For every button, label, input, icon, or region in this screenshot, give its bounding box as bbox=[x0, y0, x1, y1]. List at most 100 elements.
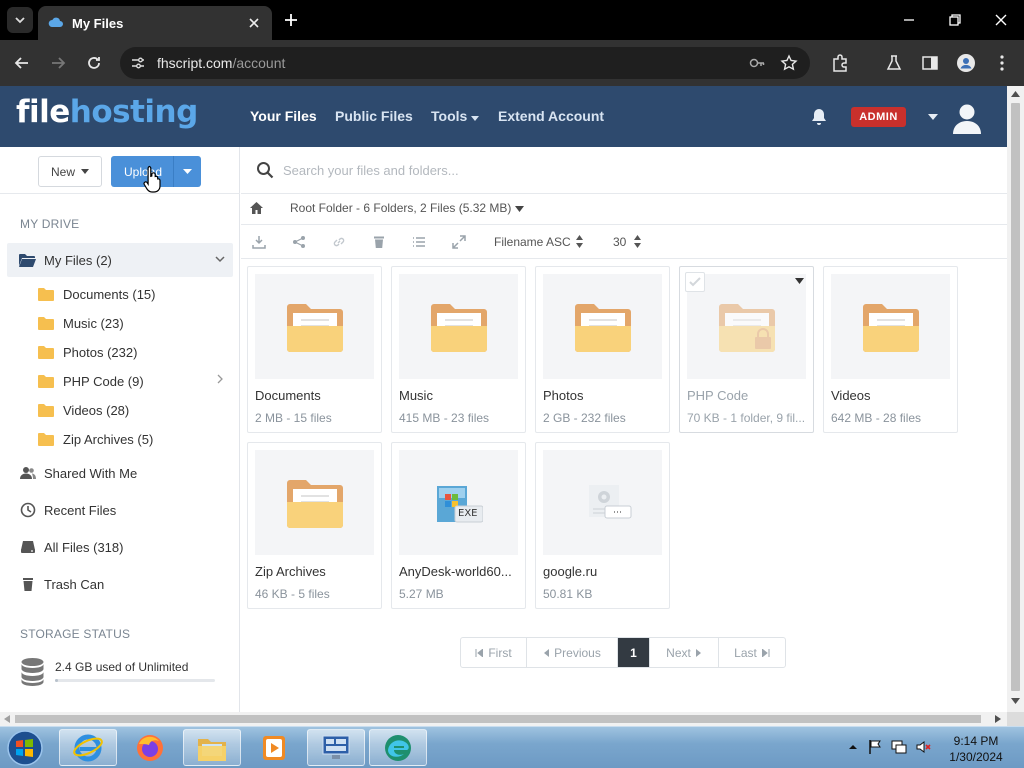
chevron-right-icon[interactable] bbox=[216, 374, 224, 384]
file-card-anydesk-exe[interactable]: EXE AnyDesk-world60... 5.27 MB bbox=[391, 442, 526, 609]
side-panel-icon[interactable] bbox=[920, 53, 940, 73]
sidebar-folder-documents[interactable]: Documents (15) bbox=[38, 284, 155, 304]
pagination-next[interactable]: Next bbox=[650, 638, 719, 667]
scroll-up-arrow-icon[interactable] bbox=[1011, 91, 1020, 97]
labs-flask-icon[interactable] bbox=[884, 53, 904, 73]
trash-can-label: Trash Can bbox=[44, 576, 105, 592]
taskbar-firefox[interactable] bbox=[121, 729, 179, 766]
scroll-down-arrow-icon[interactable] bbox=[1011, 698, 1020, 704]
site-info-icon[interactable] bbox=[130, 55, 146, 71]
nav-your-files[interactable]: Your Files bbox=[250, 108, 317, 124]
taskbar-file-explorer[interactable] bbox=[183, 729, 241, 766]
share-icon[interactable] bbox=[292, 235, 306, 249]
user-avatar-icon[interactable] bbox=[950, 101, 984, 135]
browser-menu-icon[interactable] bbox=[992, 53, 1012, 73]
filehosting-logo[interactable]: filehosting bbox=[16, 94, 198, 130]
sidebar-item-shared-with-me[interactable]: Shared With Me bbox=[20, 463, 137, 483]
pagination-previous[interactable]: Previous bbox=[527, 638, 618, 667]
horizontal-scrollbar[interactable] bbox=[0, 712, 1007, 726]
restore-icon[interactable] bbox=[946, 11, 964, 29]
sidebar-folder-videos[interactable]: Videos (28) bbox=[38, 400, 129, 420]
file-card-php-code[interactable]: PHP Code 70 KB - 1 folder, 9 fil... bbox=[679, 266, 814, 433]
nav-tools[interactable]: Tools bbox=[431, 108, 480, 124]
pagination-first[interactable]: First bbox=[461, 638, 527, 667]
download-icon[interactable] bbox=[252, 235, 266, 249]
vertical-scrollbar[interactable] bbox=[1007, 86, 1024, 712]
volume-muted-icon[interactable] bbox=[915, 739, 931, 755]
sidebar-item-all-files[interactable]: All Files (318) bbox=[20, 537, 123, 557]
file-card-google-ru[interactable]: google.ru 50.81 KB bbox=[535, 442, 670, 609]
new-tab-icon[interactable] bbox=[282, 11, 300, 29]
horizontal-scroll-thumb[interactable] bbox=[15, 715, 981, 723]
breadcrumb-caret-icon[interactable] bbox=[515, 206, 524, 212]
password-key-icon[interactable] bbox=[748, 54, 766, 72]
forward-arrow-icon[interactable] bbox=[48, 53, 68, 73]
pagination-last[interactable]: Last bbox=[719, 638, 785, 667]
nav-public-files[interactable]: Public Files bbox=[335, 108, 413, 124]
sidebar-item-recent-files[interactable]: Recent Files bbox=[20, 500, 116, 520]
browser-tab-my-files[interactable]: My Files bbox=[38, 6, 272, 40]
back-arrow-icon[interactable] bbox=[12, 53, 32, 73]
delete-icon[interactable] bbox=[372, 235, 386, 249]
sidebar-folder-zip-archives[interactable]: Zip Archives (5) bbox=[38, 429, 153, 449]
sort-arrows-icon[interactable] bbox=[576, 235, 583, 248]
minimize-icon[interactable] bbox=[900, 11, 918, 29]
link-icon[interactable] bbox=[332, 235, 346, 249]
sidebar-folder-photos[interactable]: Photos (232) bbox=[38, 342, 137, 362]
pagination-page-current[interactable]: 1 bbox=[618, 638, 650, 667]
close-window-icon[interactable] bbox=[992, 11, 1010, 29]
last-page-icon bbox=[761, 648, 770, 657]
fullscreen-icon[interactable] bbox=[452, 235, 466, 249]
action-center-flag-icon[interactable] bbox=[867, 739, 883, 755]
sidebar-folder-music[interactable]: Music (23) bbox=[38, 313, 124, 333]
home-icon[interactable] bbox=[249, 201, 264, 215]
nav-extend-account[interactable]: Extend Account bbox=[498, 108, 604, 124]
taskbar-remote-desktop[interactable] bbox=[307, 729, 365, 766]
sort-order-select[interactable]: Filename ASC bbox=[494, 235, 571, 249]
new-button[interactable]: New bbox=[38, 156, 102, 187]
breadcrumb-root-folder[interactable]: Root Folder - 6 Folders, 2 Files (5.32 M… bbox=[290, 201, 511, 215]
select-checkbox[interactable] bbox=[685, 272, 705, 292]
storage-progress-bar bbox=[55, 679, 215, 682]
file-card-zip-archives[interactable]: Zip Archives 46 KB - 5 files bbox=[247, 442, 382, 609]
taskbar-edge[interactable] bbox=[369, 729, 427, 766]
address-bar[interactable]: fhscript.com/account bbox=[120, 47, 810, 79]
file-card-photos[interactable]: Photos 2 GB - 232 files bbox=[535, 266, 670, 433]
bell-icon[interactable] bbox=[809, 107, 829, 127]
search-input[interactable] bbox=[283, 159, 883, 181]
storage-status-heading: STORAGE STATUS bbox=[20, 627, 131, 641]
scroll-left-arrow-icon[interactable] bbox=[4, 715, 10, 723]
file-card-music[interactable]: Music 415 MB - 23 files bbox=[391, 266, 526, 433]
card-menu-caret-icon[interactable] bbox=[795, 278, 804, 284]
exe-file-icon bbox=[437, 486, 483, 523]
sidebar-item-trash-can[interactable]: Trash Can bbox=[20, 574, 104, 594]
extensions-icon[interactable] bbox=[830, 53, 850, 73]
folder-label: Videos (28) bbox=[63, 402, 130, 418]
upload-options-caret-icon[interactable] bbox=[183, 168, 192, 175]
file-card-videos[interactable]: Videos 642 MB - 28 files bbox=[823, 266, 958, 433]
account-caret-icon[interactable] bbox=[928, 113, 938, 121]
per-page-arrows-icon[interactable] bbox=[634, 235, 641, 248]
admin-badge[interactable]: ADMIN bbox=[851, 107, 906, 127]
bookmark-star-icon[interactable] bbox=[780, 54, 798, 72]
file-card-documents[interactable]: Documents 2 MB - 15 files bbox=[247, 266, 382, 433]
close-tab-icon[interactable] bbox=[246, 15, 262, 31]
thumbnail bbox=[831, 274, 950, 379]
taskbar-internet-explorer[interactable] bbox=[59, 729, 117, 766]
list-view-icon[interactable] bbox=[412, 235, 426, 249]
sidebar-item-my-files[interactable]: My Files (2) bbox=[7, 243, 233, 277]
sidebar-folder-php-code[interactable]: PHP Code (9) bbox=[38, 371, 144, 391]
chevron-down-icon[interactable] bbox=[215, 255, 225, 263]
tab-search-button[interactable] bbox=[7, 7, 33, 33]
taskbar-media-player[interactable] bbox=[245, 729, 303, 766]
vertical-scroll-thumb[interactable] bbox=[1011, 103, 1020, 691]
reload-icon[interactable] bbox=[84, 53, 104, 73]
windows-start-icon[interactable] bbox=[3, 728, 47, 768]
network-icon[interactable] bbox=[891, 739, 907, 755]
profile-avatar-icon[interactable] bbox=[956, 53, 976, 73]
scroll-right-arrow-icon[interactable] bbox=[995, 715, 1001, 723]
file-meta: 70 KB - 1 folder, 9 fil... bbox=[687, 411, 806, 425]
per-page-select[interactable]: 30 bbox=[613, 235, 626, 249]
taskbar-clock[interactable]: 9:14 PM 1/30/2024 bbox=[936, 733, 1016, 765]
tray-expand-arrow-icon[interactable] bbox=[845, 739, 861, 755]
